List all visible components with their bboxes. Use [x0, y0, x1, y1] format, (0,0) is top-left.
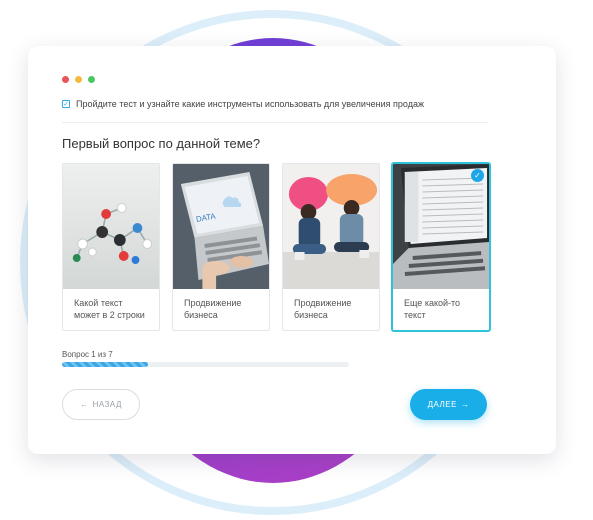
answer-option-1[interactable]: Какой текст может в 2 строки [62, 163, 160, 331]
next-button[interactable]: ДАЛЕЕ → [410, 389, 487, 420]
selected-check-icon: ✓ [471, 169, 484, 182]
notice-text: Пройдите тест и узнайте какие инструмент… [76, 99, 424, 109]
answer-option-3[interactable]: Продвижение бизнеса [282, 163, 380, 331]
back-button-label: НАЗАД [92, 400, 122, 409]
answer-option-2[interactable]: DATA Продвижение бизнеса [172, 163, 270, 331]
answer-options: Какой текст может в 2 строки DATA Продви… [62, 163, 490, 331]
answer-option-label: Какой текст может в 2 строки [74, 298, 145, 320]
close-dot[interactable] [62, 76, 69, 83]
answer-option-label: Продвижение бизнеса [294, 298, 352, 320]
arrow-right-icon: → [460, 400, 470, 409]
question-title: Первый вопрос по данной теме? [62, 136, 261, 151]
quiz-window: ✓ Пройдите тест и узнайте какие инструме… [28, 46, 556, 454]
progress-bar [62, 362, 349, 367]
progress-label: Вопрос 1 из 7 [62, 350, 113, 359]
window-controls [62, 76, 95, 83]
answer-option-label: Еще какой-то текст [404, 298, 461, 320]
answer-option-label: Продвижение бизнеса [184, 298, 242, 320]
laptop-spreadsheet-photo [393, 164, 489, 289]
maximize-dot[interactable] [88, 76, 95, 83]
answer-option-4[interactable]: ✓ Еще какой-то текст [392, 163, 490, 331]
back-button[interactable]: ← НАЗАД [62, 389, 140, 420]
notice: ✓ Пройдите тест и узнайте какие инструме… [62, 99, 424, 109]
people-with-speech-bubbles-photo [283, 164, 379, 289]
arrow-left-icon: ← [80, 400, 89, 409]
progress-fill [62, 362, 149, 367]
next-button-label: ДАЛЕЕ [427, 400, 457, 409]
laptop-data-photo: DATA [173, 164, 269, 289]
molecule-model-photo [63, 164, 159, 289]
divider [62, 122, 488, 123]
checkbox-icon[interactable]: ✓ [62, 100, 70, 108]
minimize-dot[interactable] [75, 76, 82, 83]
